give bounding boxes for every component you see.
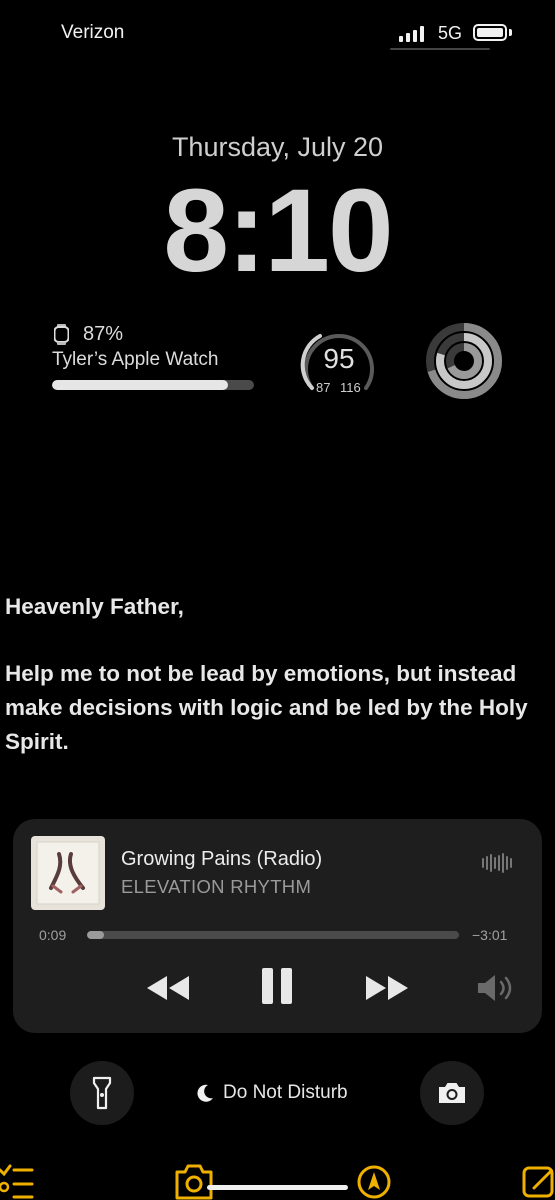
watch-battery-percent: 87% (83, 323, 124, 345)
gauge-value: 95 (323, 343, 355, 374)
dock-camera-icon[interactable] (174, 1160, 214, 1200)
song-title: Growing Pains (Radio) (121, 848, 323, 870)
audio-waveform-icon[interactable] (482, 852, 512, 874)
flashlight-icon (92, 1076, 112, 1110)
playback-scrubber[interactable] (87, 931, 459, 939)
remaining-time: −3:01 (472, 927, 508, 943)
song-artist: ELEVATION RHYTHM (121, 876, 312, 897)
battery-nub (509, 29, 512, 36)
carrier-label: Verizon (61, 22, 125, 43)
gauge-low: 87 (316, 380, 331, 395)
pause-icon[interactable] (260, 966, 294, 1006)
watch-battery-bar (52, 380, 254, 390)
compass-icon[interactable] (356, 1160, 392, 1200)
moon-icon (197, 1084, 213, 1102)
cellular-signal-icon (399, 26, 429, 42)
control-center-indicator[interactable] (390, 48, 490, 50)
checklist-icon[interactable] (0, 1160, 34, 1200)
home-indicator[interactable] (207, 1185, 348, 1190)
gauge-high: 116 (340, 380, 361, 395)
compose-icon[interactable] (520, 1160, 555, 1200)
camera-icon (439, 1083, 465, 1103)
activity-rings-icon[interactable] (425, 322, 503, 400)
prayer-greeting: Heavenly Father, (5, 594, 184, 619)
watch-device-name: Tyler’s Apple Watch (52, 349, 219, 370)
volume-icon[interactable] (476, 972, 516, 1004)
battery-icon (473, 24, 507, 41)
prayer-body: Help me to not be lead by emotions, but … (5, 661, 528, 754)
focus-mode-label: Do Not Disturb (223, 1082, 348, 1103)
camera-button[interactable] (420, 1061, 484, 1125)
flashlight-button[interactable] (70, 1061, 134, 1125)
focus-mode-indicator[interactable]: Do Not Disturb (195, 1080, 348, 1106)
rewind-icon[interactable] (145, 972, 191, 1004)
elapsed-time: 0:09 (39, 927, 67, 943)
lock-screen-date: Thursday, July 20 (171, 132, 384, 162)
lock-screen-time: 8:10 (163, 165, 393, 297)
fast-forward-icon[interactable] (364, 972, 410, 1004)
apple-watch-icon (54, 324, 69, 345)
album-artwork[interactable] (31, 836, 105, 910)
network-type-label: 5G (438, 23, 463, 43)
